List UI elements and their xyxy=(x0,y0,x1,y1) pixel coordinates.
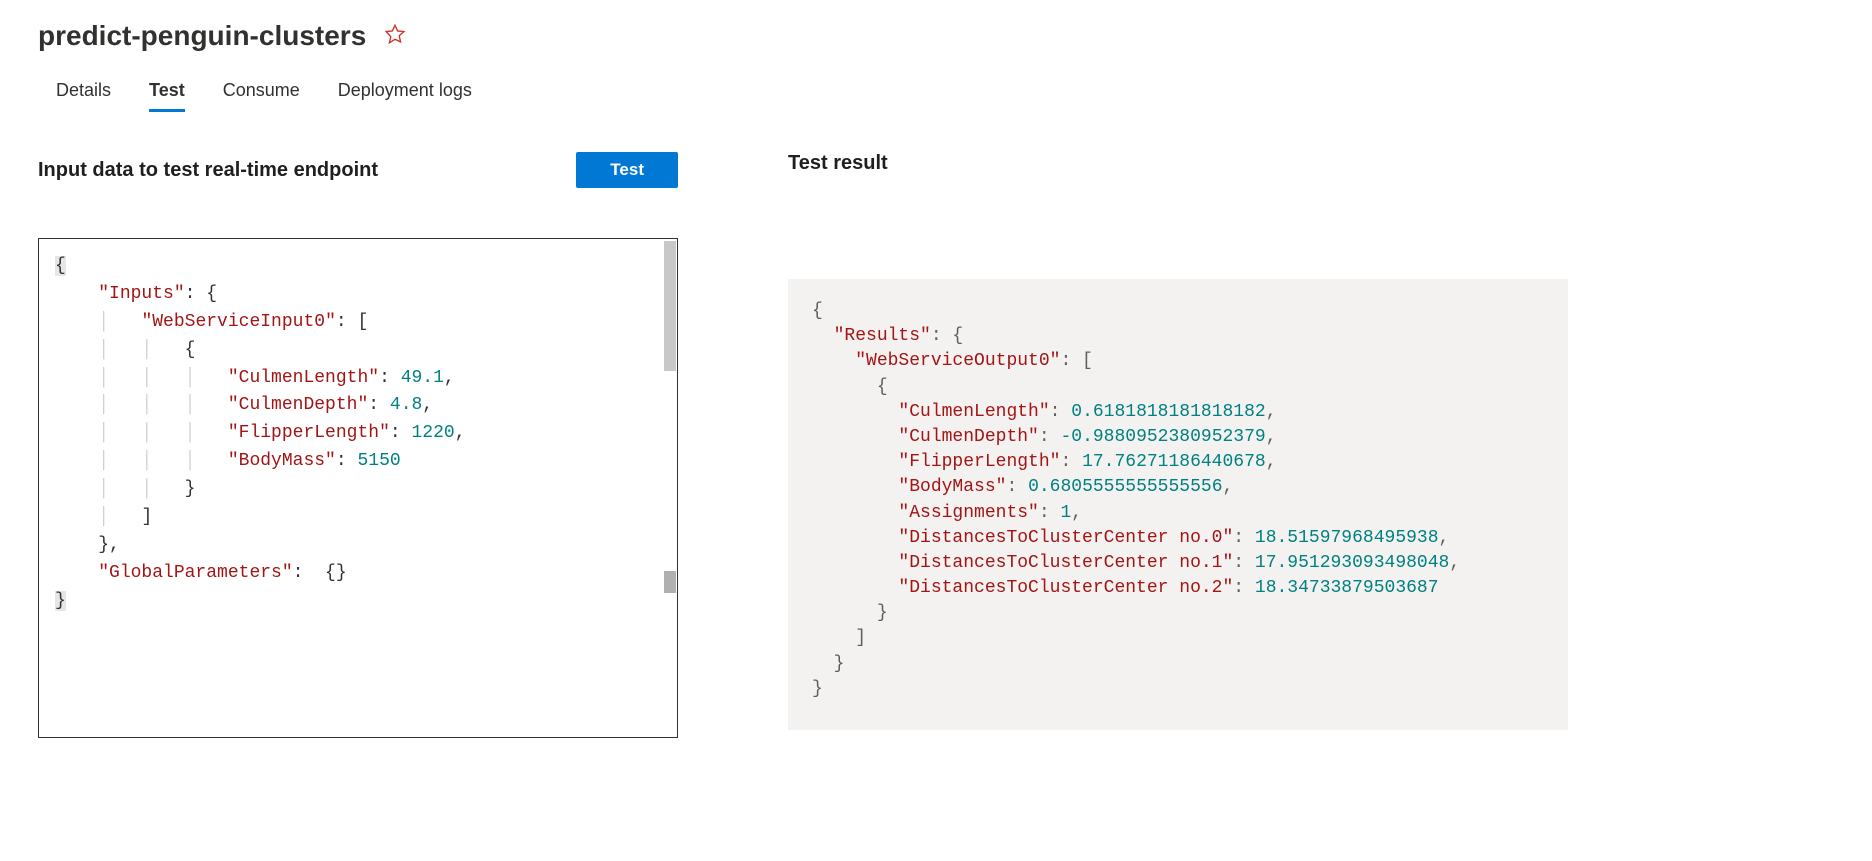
tab-deployment-logs[interactable]: Deployment logs xyxy=(338,80,472,112)
scrollbar-thumb[interactable] xyxy=(664,241,676,371)
star-outline-icon[interactable] xyxy=(384,23,406,50)
result-key-culmenlength: "CulmenLength" xyxy=(898,402,1049,422)
json-key-globalparameters: "GlobalParameters" xyxy=(98,563,292,583)
json-val-culmenlength: 49.1 xyxy=(401,368,444,388)
result-val-flipperlength: 17.76271186440678 xyxy=(1082,452,1266,472)
result-key-assignments: "Assignments" xyxy=(898,503,1038,523)
result-key-distance2: "DistancesToClusterCenter no.2" xyxy=(898,578,1233,598)
result-key-culmendepth: "CulmenDepth" xyxy=(898,427,1038,447)
json-key-flipperlength: "FlipperLength" xyxy=(228,423,390,443)
json-val-culmendepth: 4.8 xyxy=(390,395,422,415)
tab-details[interactable]: Details xyxy=(56,80,111,112)
result-val-assignments: 1 xyxy=(1060,503,1071,523)
json-key-webserviceinput0: "WebServiceInput0" xyxy=(141,312,335,332)
result-val-bodymass: 0.6805555555555556 xyxy=(1028,477,1222,497)
input-json-editor[interactable]: { "Inputs": { │ "WebServiceInput0": [ │ … xyxy=(38,238,678,738)
result-section-heading: Test result xyxy=(788,152,1568,175)
json-key-inputs: "Inputs" xyxy=(98,284,184,304)
input-section-heading: Input data to test real-time endpoint xyxy=(38,159,378,182)
result-key-results: "Results" xyxy=(834,326,931,346)
json-key-bodymass: "BodyMass" xyxy=(228,451,336,471)
editor-scrollbar[interactable] xyxy=(664,241,676,735)
result-val-distance0: 18.51597968495938 xyxy=(1255,528,1439,548)
json-val-bodymass: 5150 xyxy=(357,451,400,471)
json-key-culmendepth: "CulmenDepth" xyxy=(228,395,368,415)
result-key-distance0: "DistancesToClusterCenter no.0" xyxy=(898,528,1233,548)
result-val-distance1: 17.951293093498048 xyxy=(1255,553,1449,573)
tab-bar: Details Test Consume Deployment logs xyxy=(0,52,1872,112)
test-button[interactable]: Test xyxy=(576,152,678,188)
result-key-webserviceoutput0: "WebServiceOutput0" xyxy=(855,351,1060,371)
scrollbar-marker xyxy=(664,571,676,593)
tab-test[interactable]: Test xyxy=(149,80,185,112)
test-result-output: { "Results": { "WebServiceOutput0": [ { … xyxy=(788,279,1568,730)
result-key-bodymass: "BodyMass" xyxy=(898,477,1006,497)
result-val-culmenlength: 0.6181818181818182 xyxy=(1071,402,1265,422)
json-key-culmenlength: "CulmenLength" xyxy=(228,368,379,388)
result-val-culmendepth: -0.9880952380952379 xyxy=(1060,427,1265,447)
result-key-flipperlength: "FlipperLength" xyxy=(898,452,1060,472)
page-title: predict-penguin-clusters xyxy=(38,20,366,52)
tab-consume[interactable]: Consume xyxy=(223,80,300,112)
json-val-flipperlength: 1220 xyxy=(411,423,454,443)
result-key-distance1: "DistancesToClusterCenter no.1" xyxy=(898,553,1233,573)
result-val-distance2: 18.34733879503687 xyxy=(1255,578,1439,598)
